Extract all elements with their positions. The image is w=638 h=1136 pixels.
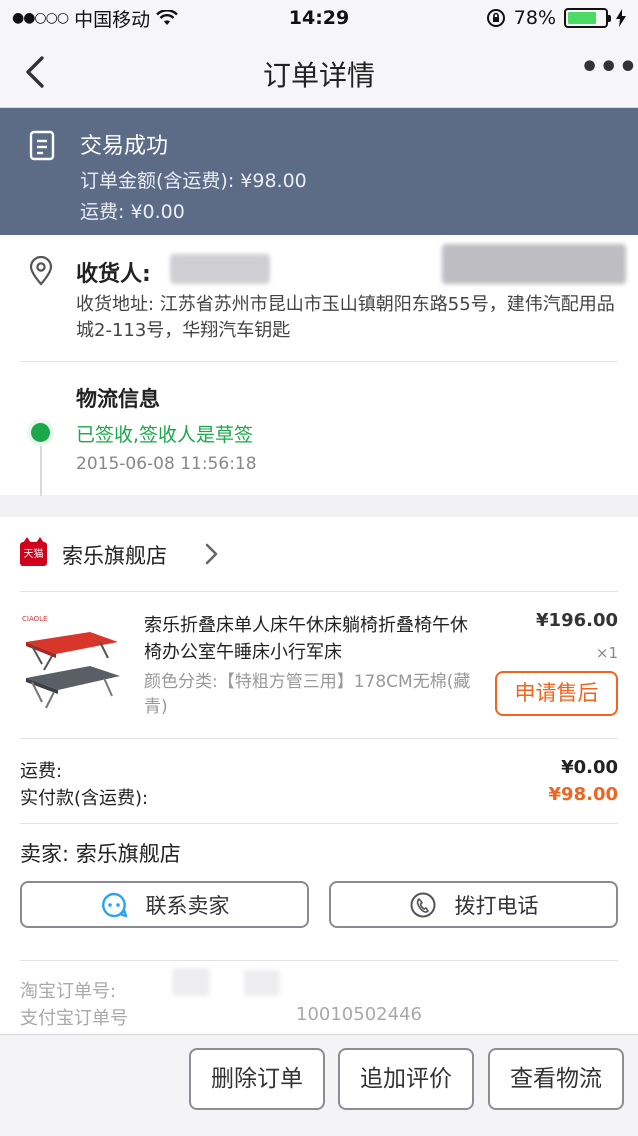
product-spec: 颜色分类:【特粗方管三用】178CM无棉(藏青)	[144, 672, 471, 717]
paid-amount-label: 实付款(含运费):	[20, 788, 149, 809]
chat-bubble-icon	[101, 892, 127, 917]
shipping-fee-row: 运费: ¥0.00	[20, 757, 618, 783]
seller-name: 卖家: 索乐旗舰店	[20, 842, 181, 866]
divider	[20, 738, 618, 739]
divider	[20, 361, 618, 362]
phone-call-icon	[410, 892, 435, 917]
logistics-title: 物流信息	[76, 387, 160, 411]
product-title[interactable]: 索乐折叠床单人床午休床躺椅折叠椅午休椅办公室午睡床小行军床	[144, 612, 480, 666]
order-status-banner: 交易成功 订单金额(含运费): ¥98.00 运费: ¥0.00	[0, 108, 638, 235]
after-sale-button[interactable]: 申请售后	[495, 671, 618, 716]
shipping-address: 收货地址: 江苏省苏州市昆山市玉山镇朝阳东路55号，建伟汽配用品城2-113号，…	[76, 294, 615, 341]
charging-bolt-icon	[616, 9, 626, 27]
receiver-label: 收货人:	[76, 262, 151, 287]
logistics-time: 2015-06-08 11:56:18	[76, 454, 257, 474]
redacted-order-number	[172, 968, 210, 996]
shipping-fee-label: 运费:	[20, 761, 63, 782]
contact-seller-label: 联系卖家	[145, 893, 230, 918]
page-title: 订单详情	[262, 59, 375, 92]
redacted-receiver-name	[170, 254, 270, 284]
order-receipt-icon	[29, 130, 55, 161]
logistics-status[interactable]: 已签收,签收人是草签	[76, 420, 253, 447]
contact-seller-button[interactable]: 联系卖家	[20, 881, 309, 928]
paid-amount-row: 实付款(含运费): ¥98.00	[20, 784, 618, 810]
shipping-fee-value: ¥0.00	[561, 757, 618, 778]
timeline-line	[40, 444, 42, 496]
add-review-button[interactable]: 追加评价	[338, 1048, 474, 1110]
wifi-icon	[156, 10, 178, 25]
delete-order-button[interactable]: 删除订单	[189, 1048, 325, 1110]
shop-name-link[interactable]: 索乐旗舰店	[62, 540, 167, 570]
bottom-action-bar: 删除订单 追加评价 查看物流	[0, 1034, 638, 1136]
order-shipping-fee: 运费: ¥0.00	[80, 201, 185, 223]
alipay-order-label: 支付宝订单号	[20, 1008, 128, 1029]
taobao-order-label: 淘宝订单号:	[20, 981, 117, 1002]
product-thumbnail[interactable]: CIAOLE	[20, 612, 128, 712]
product-quantity: ×1	[595, 644, 618, 662]
order-status-title: 交易成功	[80, 134, 169, 159]
chevron-right-icon[interactable]	[200, 540, 222, 568]
redacted-receiver-phone	[442, 244, 626, 284]
view-logistics-button[interactable]: 查看物流	[488, 1048, 624, 1110]
divider	[20, 960, 618, 961]
order-amount: 订单金额(含运费): ¥98.00	[80, 170, 307, 192]
carrier-name: 中国移动	[74, 8, 151, 31]
navigation-bar: 订单详情 •••	[0, 36, 638, 108]
divider	[20, 823, 618, 824]
rotation-lock-icon	[486, 9, 505, 27]
divider	[20, 591, 618, 592]
more-options-button[interactable]: •••	[580, 53, 638, 86]
timeline-status-dot	[27, 419, 54, 446]
svg-text:CIAOLE: CIAOLE	[22, 615, 47, 623]
status-bar: 14:29 ●●○○○ 中国移动 78%	[0, 0, 638, 36]
product-price: ¥196.00	[536, 610, 618, 631]
alipay-order-number: 10010502446	[296, 1004, 422, 1025]
call-seller-button[interactable]: 拨打电话	[329, 881, 618, 928]
call-seller-label: 拨打电话	[454, 893, 539, 918]
paid-amount-value: ¥98.00	[548, 784, 618, 805]
battery-icon	[564, 8, 611, 28]
location-pin-icon	[29, 256, 53, 286]
redacted-order-number	[244, 970, 280, 996]
signal-strength-icon: ●●○○○	[12, 10, 69, 26]
battery-percent: 78%	[513, 7, 556, 29]
tmall-badge-icon: 天猫	[20, 537, 47, 566]
